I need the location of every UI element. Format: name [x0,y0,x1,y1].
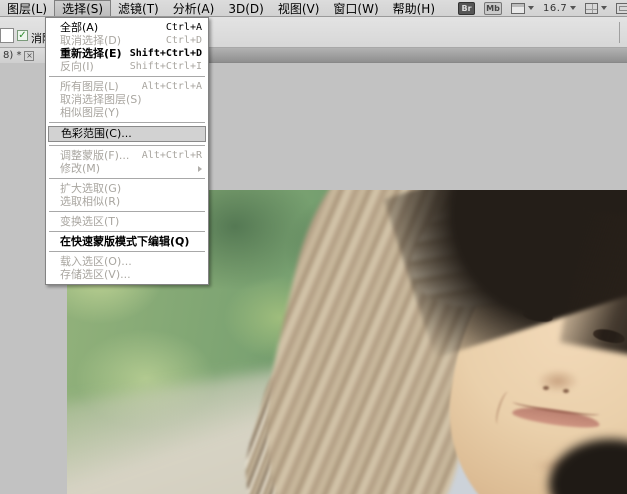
zoom-level-value: 16.7 [543,3,567,14]
submenu-arrow-icon [198,166,202,172]
tolerance-field[interactable] [0,28,14,43]
arrange-documents-icon [585,3,598,14]
menu-item-12: 修改(M) [47,162,207,175]
menu-separator [49,178,205,179]
menu-item-shortcut: Ctrl+D [166,34,202,47]
menu-item-label: 调整蒙版(F)... [60,149,136,162]
menu-item-label: 变换选区(T) [60,215,202,228]
menu-item-1: 取消选择(D) Ctrl+D [47,34,207,47]
menu-item-14: 扩大选取(G) [47,182,207,195]
menubar-item-7[interactable]: 帮助(H) [386,0,442,16]
menu-item-6: 取消选择图层(S) [47,93,207,106]
chevron-down-icon [601,6,607,10]
view-extras-button[interactable] [511,3,534,14]
menu-item-2[interactable]: 重新选择(E) Shift+Ctrl+D [47,47,207,60]
application-bar: Br Mb 16.7 [458,0,627,16]
menu-item-shortcut: Shift+Ctrl+I [130,60,202,73]
menu-item-22: 存储选区(V)... [47,268,207,281]
menubar-item-3[interactable]: 分析(A) [166,0,222,16]
mb-button[interactable]: Mb [484,2,502,15]
menu-item-label: 所有图层(L) [60,80,136,93]
photo-nostril-right [563,389,569,393]
menubar-item-0[interactable]: 图层(L) [0,0,54,16]
menu-separator [49,251,205,252]
bridge-icon: Br [458,2,475,15]
menu-item-label: 色彩范围(C)... [61,127,200,141]
menu-item-7: 相似图层(Y) [47,106,207,119]
chevron-down-icon [528,6,534,10]
menubar-item-6[interactable]: 窗口(W) [326,0,385,16]
menu-item-label: 取消选择图层(S) [60,93,202,106]
menu-item-11: 调整蒙版(F)... Alt+Ctrl+R [47,149,207,162]
zoom-level-dropdown[interactable]: 16.7 [543,3,576,14]
menubar-item-2[interactable]: 滤镜(T) [111,0,166,16]
document-tab-label: 8) * [3,50,21,61]
menu-item-label: 取消选择(D) [60,34,160,47]
menu-separator [49,122,205,123]
menu-item-21: 载入选区(O)... [47,255,207,268]
menubar-item-1[interactable]: 选择(S) [54,0,111,16]
view-extras-icon [511,3,525,14]
anti-alias-checkbox[interactable] [17,30,28,41]
menu-separator [49,76,205,77]
menu-item-shortcut: Alt+Ctrl+R [142,149,202,162]
menu-item-shortcut: Ctrl+A [166,21,202,34]
menu-item-19[interactable]: 在快速蒙版模式下编辑(Q) [47,235,207,248]
menu-separator [49,145,205,146]
menu-separator [49,211,205,212]
menu-item-5: 所有图层(L) Alt+Ctrl+A [47,80,207,93]
menu-item-label: 反向(I) [60,60,124,73]
photoshop-window: 图层(L)选择(S)滤镜(T)分析(A)3D(D)视图(V)窗口(W)帮助(H)… [0,0,627,494]
close-icon[interactable] [24,51,34,61]
menubar-item-5[interactable]: 视图(V) [271,0,327,16]
menu-item-9[interactable]: 色彩范围(C)... [48,126,206,142]
launch-bridge-button[interactable]: Br [458,2,475,15]
menu-item-0[interactable]: 全部(A) Ctrl+A [47,21,207,34]
mb-icon: Mb [484,2,502,15]
menu-item-label: 在快速蒙版模式下编辑(Q) [60,235,202,248]
menu-item-shortcut: Alt+Ctrl+A [142,80,202,93]
chevron-down-icon [570,6,576,10]
menu-item-shortcut: Shift+Ctrl+D [130,47,202,60]
arrange-documents-button[interactable] [585,3,607,14]
menu-separator [49,231,205,232]
menu-item-label: 载入选区(O)... [60,255,202,268]
menu-item-label: 全部(A) [60,21,160,34]
menu-item-label: 扩大选取(G) [60,182,202,195]
menu-item-label: 相似图层(Y) [60,106,202,119]
menu-bar: 图层(L)选择(S)滤镜(T)分析(A)3D(D)视图(V)窗口(W)帮助(H)… [0,0,627,17]
menubar-items: 图层(L)选择(S)滤镜(T)分析(A)3D(D)视图(V)窗口(W)帮助(H) [0,0,442,16]
options-bar-separator [619,22,620,43]
menu-item-label: 选取相似(R) [60,195,202,208]
menu-item-label: 重新选择(E) [60,47,124,60]
select-menu-dropdown: 全部(A) Ctrl+A 取消选择(D) Ctrl+D 重新选择(E) Shift+Ctr… [45,17,209,285]
menu-item-label: 存储选区(V)... [60,268,202,281]
screen-mode-icon [616,3,627,14]
menu-item-3: 反向(I) Shift+Ctrl+I [47,60,207,73]
menu-item-label: 修改(M) [60,162,202,175]
menu-item-17: 变换选区(T) [47,215,207,228]
screen-mode-button[interactable] [616,3,627,14]
menu-item-15: 选取相似(R) [47,195,207,208]
menubar-item-4[interactable]: 3D(D) [221,0,270,16]
